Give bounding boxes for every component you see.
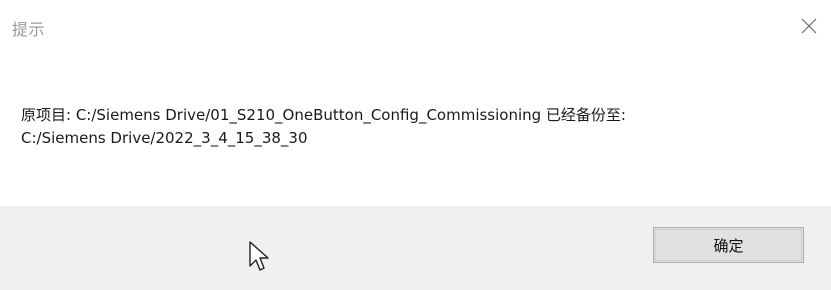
ok-button[interactable]: 确定 [653, 227, 804, 263]
dialog-title: 提示 [12, 20, 46, 39]
close-button[interactable] [787, 6, 831, 46]
close-icon [801, 18, 817, 34]
dialog-footer: 确定 [0, 206, 831, 290]
title-bar[interactable]: 提示 [0, 0, 831, 56]
message-dialog: 提示 原项目: C:/Siemens Drive/01_S210_OneButt… [0, 0, 831, 290]
mouse-pointer-icon [249, 241, 269, 271]
dialog-content: 原项目: C:/Siemens Drive/01_S210_OneButton_… [0, 56, 831, 206]
message-line-2: C:/Siemens Drive/2022_3_4_15_38_30 [21, 129, 308, 147]
ok-button-label: 确定 [713, 236, 744, 255]
dialog-message: 原项目: C:/Siemens Drive/01_S210_OneButton_… [21, 104, 811, 150]
message-line-1: 原项目: C:/Siemens Drive/01_S210_OneButton_… [21, 106, 626, 124]
